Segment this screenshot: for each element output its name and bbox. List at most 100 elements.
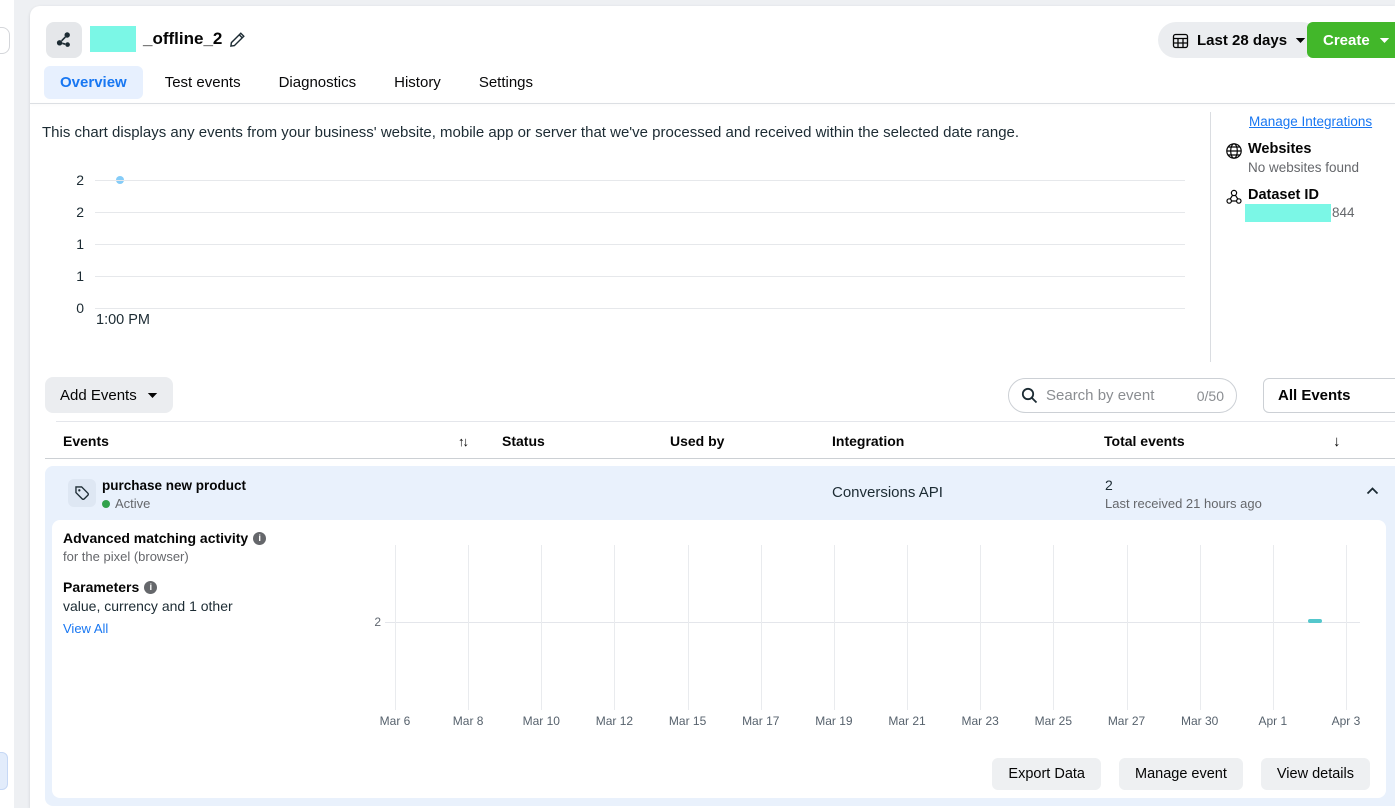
view-details-button[interactable]: View details (1261, 758, 1370, 790)
connections-sidebar: Manage Integrations Websites No websites… (1210, 112, 1395, 362)
date-range-label: Last 28 days (1197, 32, 1287, 49)
activity-y-tick: 2 (355, 615, 381, 629)
calendar-icon (1172, 32, 1189, 49)
background-window-strip (0, 0, 14, 808)
manage-event-button[interactable]: Manage event (1119, 758, 1243, 790)
create-button-label: Create (1323, 32, 1370, 49)
gridline (395, 545, 396, 710)
x-axis-tick: Mar 10 (515, 714, 567, 728)
x-axis-tick: Mar 17 (735, 714, 787, 728)
column-events: Events (63, 433, 109, 449)
y-axis-tick: 2 (52, 204, 84, 220)
parameters-value: value, currency and 1 other (63, 598, 233, 614)
websites-empty-text: No websites found (1248, 160, 1359, 175)
edit-title-icon[interactable] (229, 31, 246, 48)
event-total-count: 2 (1105, 477, 1113, 493)
redacted-title-block (90, 26, 136, 52)
gridline (95, 308, 1185, 309)
search-char-counter: 0/50 (1197, 388, 1224, 404)
gridline (761, 545, 762, 710)
overview-x-tick: 1:00 PM (96, 312, 150, 328)
detail-actions: Export Data Manage event View details (992, 758, 1370, 790)
caret-down-icon (1379, 37, 1390, 44)
x-axis-tick: Mar 30 (1174, 714, 1226, 728)
advanced-matching-title: Advanced matching activity (63, 530, 266, 546)
event-status: Active (102, 496, 150, 511)
gridline (95, 244, 1185, 245)
export-data-button[interactable]: Export Data (992, 758, 1101, 790)
collapse-row-icon[interactable] (1366, 487, 1379, 495)
gridline (1346, 545, 1347, 710)
date-range-selector[interactable]: Last 28 days (1158, 22, 1320, 58)
x-axis-tick: Mar 19 (808, 714, 860, 728)
search-icon (1021, 387, 1038, 404)
websites-title: Websites (1248, 141, 1311, 157)
info-icon[interactable] (144, 581, 157, 594)
tab-test-events[interactable]: Test events (149, 66, 257, 99)
sort-toggle-icon[interactable] (458, 433, 467, 450)
event-status-label: Active (115, 496, 150, 511)
main-card: _offline_2 Last 28 days Create Overview … (30, 6, 1395, 808)
parameters-title: Parameters (63, 579, 157, 595)
y-axis-tick: 2 (52, 172, 84, 188)
activity-data-point (1308, 619, 1322, 623)
tab-overview[interactable]: Overview (44, 66, 143, 99)
add-events-button[interactable]: Add Events (45, 377, 173, 413)
overview-data-point (116, 176, 124, 184)
sort-descending-icon[interactable] (1333, 433, 1341, 450)
gridline (688, 545, 689, 710)
clipped-edge-button (0, 27, 10, 54)
event-tag-icon (68, 479, 96, 507)
caret-down-icon (147, 392, 158, 399)
x-axis-tick: Apr 3 (1320, 714, 1372, 728)
tab-settings[interactable]: Settings (463, 66, 549, 99)
event-name: purchase new product (102, 478, 246, 493)
event-integration: Conversions API (832, 484, 943, 501)
x-axis-tick: Mar 27 (1101, 714, 1153, 728)
clipped-edge-item (0, 752, 8, 790)
tab-history[interactable]: History (378, 66, 457, 99)
gridline (541, 545, 542, 710)
advanced-matching-subtitle: for the pixel (browser) (63, 549, 189, 564)
gridline (468, 545, 469, 710)
x-axis-tick: Mar 25 (1027, 714, 1079, 728)
gridline (1200, 545, 1201, 710)
view-all-link[interactable]: View All (63, 621, 108, 636)
event-last-received: Last received 21 hours ago (1105, 496, 1262, 511)
event-search: 0/50 (1008, 378, 1237, 413)
search-input[interactable] (1046, 387, 1189, 404)
column-integration: Integration (832, 433, 904, 449)
column-status: Status (502, 433, 545, 449)
redacted-dataset-id (1245, 204, 1331, 222)
manage-integrations-link[interactable]: Manage Integrations (1249, 114, 1372, 129)
gridline (1273, 545, 1274, 710)
x-axis-tick: Apr 1 (1247, 714, 1299, 728)
column-total-events: Total events (1104, 433, 1185, 449)
x-axis-tick: Mar 12 (588, 714, 640, 728)
x-axis-tick: Mar 15 (662, 714, 714, 728)
dataset-id-title: Dataset ID (1248, 187, 1319, 203)
info-icon[interactable] (253, 532, 266, 545)
event-filter-dropdown[interactable]: All Events (1263, 378, 1395, 413)
gridline (95, 180, 1185, 181)
create-button[interactable]: Create (1307, 22, 1395, 58)
gridline (1127, 545, 1128, 710)
event-row[interactable]: purchase new product Active Conversions … (45, 466, 1395, 520)
x-axis-tick: Mar 23 (954, 714, 1006, 728)
gridline (614, 545, 615, 710)
gridline (834, 545, 835, 710)
tab-diagnostics[interactable]: Diagnostics (263, 66, 373, 99)
x-axis-tick: Mar 21 (881, 714, 933, 728)
page-title: _offline_2 (143, 29, 222, 49)
gridline (95, 212, 1185, 213)
caret-down-icon (1295, 37, 1306, 44)
table-header-divider (45, 458, 1395, 459)
gridline (980, 545, 981, 710)
dataset-id-suffix: 844 (1332, 205, 1355, 220)
table-top-divider (56, 421, 1395, 422)
chart-description: This chart displays any events from your… (42, 124, 1019, 141)
dataset-title-row: _offline_2 (90, 26, 246, 52)
globe-icon (1225, 142, 1243, 160)
active-status-icon (102, 500, 110, 508)
tab-bar: Overview Test events Diagnostics History… (44, 66, 549, 99)
